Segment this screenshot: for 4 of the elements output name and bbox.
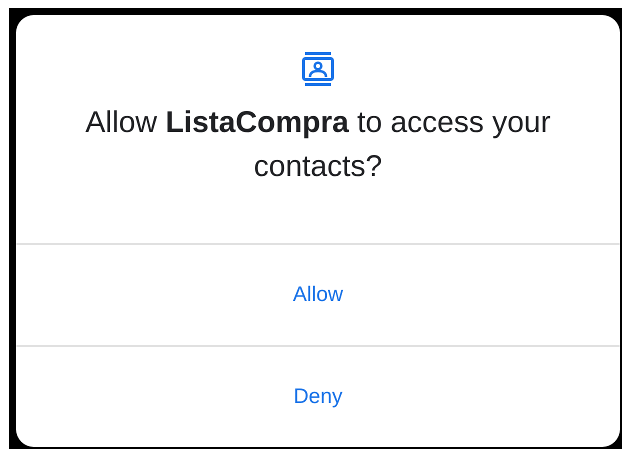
dialog-button[interactable]: Allow <box>16 243 620 345</box>
contacts-icon <box>300 51 336 87</box>
dialog-button[interactable]: Deny <box>16 345 620 447</box>
dialog-title: Allow ListaCompra to access your contacts? <box>84 105 552 185</box>
